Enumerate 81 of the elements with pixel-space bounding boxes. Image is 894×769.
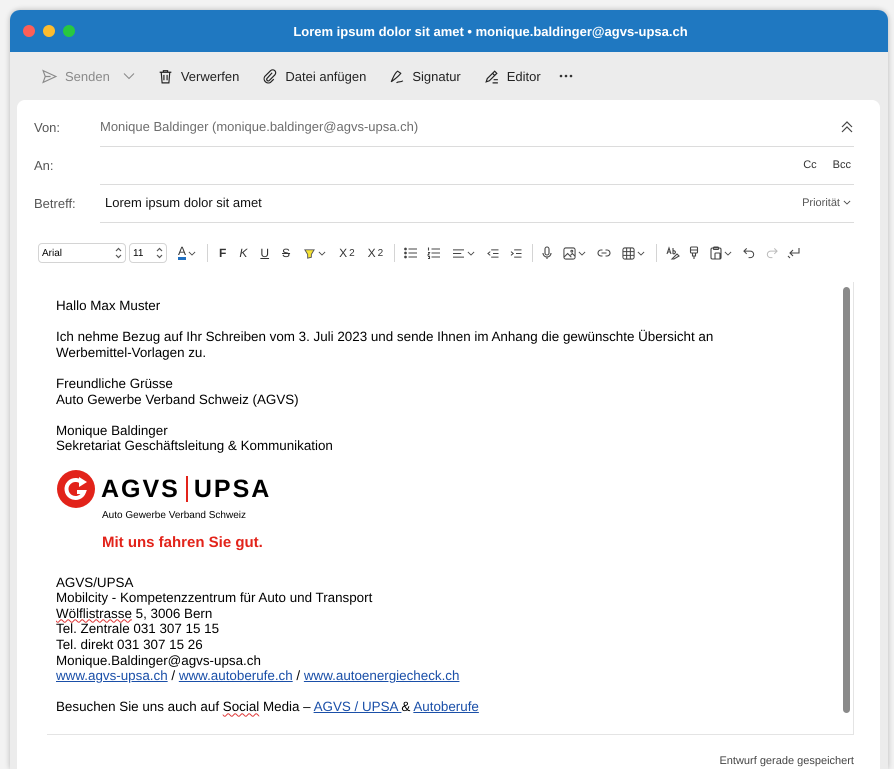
highlighter-icon: [303, 246, 316, 260]
body-text: Monique.Baldinger@agvs-upsa.ch: [56, 652, 262, 668]
stepper-icon: [156, 247, 163, 259]
sender-field[interactable]: Monique Baldinger (monique.baldinger@agvs-upsa.ch): [100, 119, 830, 134]
paste-button[interactable]: [708, 246, 734, 260]
slogan-text: Mit uns fahren Sie gut.: [102, 534, 264, 552]
body-text: AGVS/UPSA: [56, 574, 134, 590]
body-text: Tel. Zentrale 031 307 15 15: [56, 621, 220, 637]
more-icon: [558, 74, 573, 78]
body-text: Monique Baldinger: [56, 422, 169, 438]
spellcheck-icon[interactable]: [666, 246, 680, 260]
format-painter-icon[interactable]: [689, 246, 700, 260]
body-text: Tel. direkt 031 307 15 26: [56, 636, 204, 652]
pen-icon: [388, 68, 406, 84]
logo-tagline: Auto Gewerbe Verband Schweiz: [102, 510, 247, 522]
subject-field[interactable]: Lorem ipsum dolor sit amet: [100, 184, 790, 222]
image-button[interactable]: [561, 246, 588, 260]
link[interactable]: Autoberufe: [413, 699, 479, 714]
font-color-button[interactable]: A: [176, 246, 198, 260]
align-left-icon: [452, 248, 466, 258]
body-text: Mobilcity - Kompetenzzentrum für Auto und Transport: [56, 590, 374, 606]
table-icon: [622, 246, 636, 260]
bullet-list-icon[interactable]: [404, 247, 418, 259]
clipboard-icon: [710, 246, 722, 260]
status-text: Entwurf gerade gespeichert: [718, 755, 854, 767]
link[interactable]: AGVS / UPSA: [314, 699, 402, 714]
field-label: Von:: [34, 120, 62, 134]
toolbar-button[interactable]: Signatur: [383, 64, 466, 88]
format-button[interactable]: K: [237, 246, 250, 260]
toolbar-button[interactable]: Editor: [478, 64, 546, 88]
send-icon: [41, 68, 58, 84]
collapse-icon[interactable]: [840, 120, 854, 134]
field-label: Betreff:: [34, 196, 77, 210]
caret-icon: [318, 250, 326, 256]
align-button[interactable]: [450, 248, 478, 258]
cc-button[interactable]: Cc: [800, 156, 820, 172]
stepper-icon: [115, 247, 122, 259]
body-text: www.agvs-upsa.ch / www.autoberufe.ch / www.autoenergiecheck.ch: [56, 668, 460, 684]
field-label: An:: [34, 158, 55, 172]
logo-icon: [57, 470, 95, 508]
font-select[interactable]: Arial: [38, 243, 126, 263]
logo-text: AGVS: [101, 474, 180, 504]
paperclip-icon: [261, 68, 278, 84]
body-text: Freundliche Grüsse: [56, 376, 174, 392]
logo-text: UPSA: [194, 474, 272, 504]
format-button[interactable]: U: [258, 246, 272, 260]
caret-icon: [637, 250, 646, 256]
caret-icon: [843, 200, 851, 205]
link[interactable]: www.agvs-upsa.ch: [56, 668, 168, 684]
format-button[interactable]: F: [217, 246, 228, 260]
caret-icon: [724, 250, 732, 256]
link[interactable]: www.autoenergiecheck.ch: [304, 668, 460, 684]
caret-icon: [188, 250, 196, 256]
link-icon[interactable]: [597, 249, 612, 257]
body-text: Hallo Max Muster: [56, 298, 162, 314]
bcc-button[interactable]: Bcc: [830, 156, 854, 172]
toolbar-button[interactable]: Datei anfügen: [256, 64, 372, 88]
trash-icon: [156, 68, 174, 84]
body-text: Wölflistrasse 5, 3006 Bern: [56, 606, 214, 622]
minimize-button[interactable]: [43, 25, 55, 37]
image-icon: [563, 246, 576, 260]
more-options-icon[interactable]: [787, 247, 802, 259]
toolbar-button[interactable]: Verwerfen: [152, 64, 244, 88]
indent-icon[interactable]: [509, 248, 524, 258]
window-title: Lorem ipsum dolor sit amet • monique.baldinger@agvs-upsa.ch: [292, 24, 689, 38]
undo-icon[interactable]: [743, 247, 756, 259]
pencil-icon: [482, 68, 500, 84]
font-size-select[interactable]: 11: [129, 243, 167, 263]
microphone-icon[interactable]: [542, 246, 552, 260]
outdent-icon[interactable]: [486, 248, 500, 258]
format-button[interactable]: S: [280, 246, 292, 260]
link[interactable]: www.autoberufe.ch: [178, 668, 293, 684]
body-text: Ich nehme Bezug auf Ihr Schreiben vom 3. Juli 2023 und sende Ihnen im Anhang die gewünschte Übersicht an Werbemittel-Vorlagen zu.: [56, 329, 714, 360]
table-button[interactable]: [620, 246, 648, 260]
numbered-list-icon[interactable]: [427, 247, 442, 259]
caret-icon: [578, 250, 586, 256]
body-text: Auto Gewerbe Verband Schweiz (AGVS): [56, 392, 300, 408]
body-text: Besuchen Sie uns auch auf Social Media – AGVS / UPSA & Autoberufe: [56, 699, 480, 715]
body-text: Sekretariat Geschäftsleitung & Kommunikation: [56, 438, 334, 454]
caret-icon: [467, 250, 476, 256]
priority-dropdown[interactable]: Priorität: [799, 194, 854, 210]
